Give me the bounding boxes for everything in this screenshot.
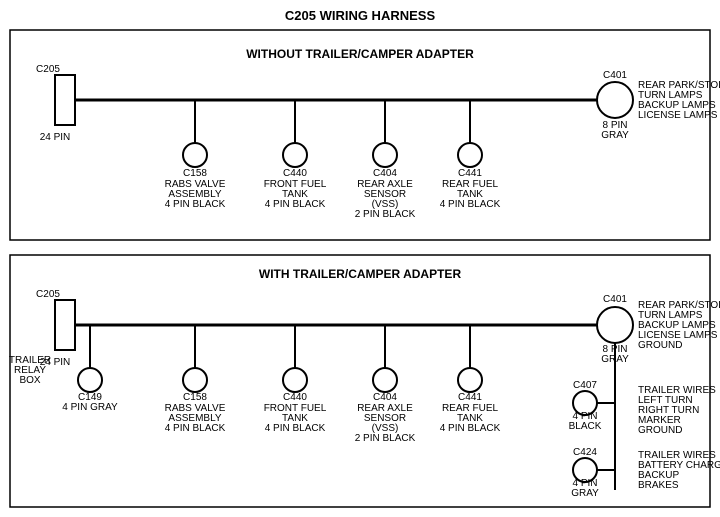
- c424-desc4: BRAKES: [638, 480, 679, 491]
- c440b-desc3: 4 PIN BLACK: [265, 423, 326, 434]
- c158-desc3: 4 PIN BLACK: [165, 199, 226, 210]
- c149-extra3: BOX: [19, 375, 40, 386]
- c158b-label: C158: [183, 392, 207, 403]
- c407-label: C407: [573, 380, 597, 391]
- c424-gray: GRAY: [571, 488, 599, 499]
- section1-title: WITHOUT TRAILER/CAMPER ADAPTER: [246, 47, 474, 61]
- diagram-title: C205 WIRING HARNESS: [285, 8, 436, 23]
- c441b-label: C441: [458, 392, 482, 403]
- c401-desc4: LICENSE LAMPS: [638, 110, 718, 121]
- c424-label: C424: [573, 447, 597, 458]
- c158b-desc3: 4 PIN BLACK: [165, 423, 226, 434]
- c401-label: C401: [603, 70, 627, 81]
- c149-pin: 4 PIN GRAY: [62, 402, 118, 413]
- c440b-label: C440: [283, 392, 307, 403]
- c441-desc3: 4 PIN BLACK: [440, 199, 501, 210]
- c440-label: C440: [283, 168, 307, 179]
- c205b-label: C205: [36, 289, 60, 300]
- c441b-desc3: 4 PIN BLACK: [440, 423, 501, 434]
- c441-label: C441: [458, 168, 482, 179]
- c404b-desc4: 2 PIN BLACK: [355, 433, 416, 444]
- c401b-desc5: GROUND: [638, 340, 682, 351]
- c404b-label: C404: [373, 392, 397, 403]
- section2-title: WITH TRAILER/CAMPER ADAPTER: [259, 267, 462, 281]
- c404-label: C404: [373, 168, 397, 179]
- c205-pin: 24 PIN: [40, 132, 71, 143]
- c205-label: C205: [36, 64, 60, 75]
- c440-desc3: 4 PIN BLACK: [265, 199, 326, 210]
- c404-desc4: 2 PIN BLACK: [355, 209, 416, 220]
- c407-desc5: GROUND: [638, 425, 682, 436]
- c158-label: C158: [183, 168, 207, 179]
- wiring-diagram: C205 WIRING HARNESS WITHOUT TRAILER/CAMP…: [0, 0, 720, 517]
- c401-gray: GRAY: [601, 130, 629, 141]
- c407-black: BLACK: [569, 421, 602, 432]
- c401b-label: C401: [603, 294, 627, 305]
